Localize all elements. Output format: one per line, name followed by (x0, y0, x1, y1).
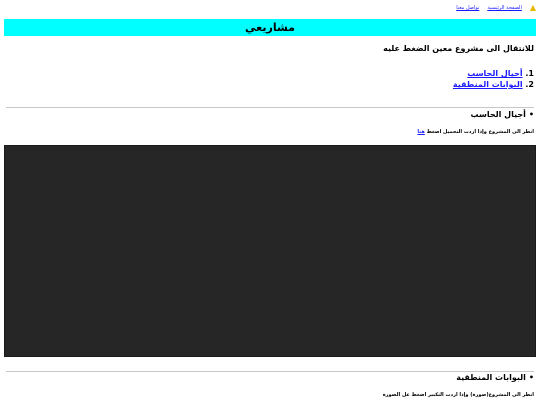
bullet: • (528, 110, 534, 119)
list-item: 2. البوابات المنطقية (334, 79, 534, 90)
section-title-logic-gates: •البوابات المنطقية (456, 373, 534, 382)
project-link-computer-generations[interactable]: أجيال الحاسب (467, 69, 522, 78)
section-description: انظر الى المشروع وإذا اردت التحميل اضغط … (417, 129, 534, 135)
list-number: 1. (525, 69, 534, 78)
page-title: مشاريعي (4, 19, 536, 36)
project-list: 1. أجيال الحاسب 2. البوابات المنطقية (334, 68, 534, 90)
list-item: 1. أجيال الحاسب (334, 68, 534, 79)
project-preview[interactable] (4, 145, 536, 357)
home-link[interactable]: الصفحة الرئيسية (487, 2, 522, 14)
top-navigation: ▲ الصفحة الرئيسية تواصل معنا (4, 2, 536, 14)
divider (6, 371, 534, 372)
section-title-text: أجيال الحاسب (470, 110, 526, 119)
description-text: انظر الى المشروع وإذا اردت التحميل اضغط (426, 129, 534, 135)
intro-text: للانتقال الى مشروع معين الضغط عليه (383, 44, 534, 53)
section-title-computer-generations: •أجيال الحاسب (471, 110, 534, 119)
section-description: انظر الى المشروع(صورة) وإذا اردت التكبير… (382, 392, 534, 398)
home-icon: ▲ (529, 3, 536, 12)
divider (6, 107, 534, 108)
project-link-logic-gates[interactable]: البوابات المنطقية (453, 80, 523, 89)
list-number: 2. (525, 80, 534, 89)
download-link[interactable]: هنا (417, 129, 424, 135)
section-title-text: البوابات المنطقية (456, 373, 526, 382)
contact-link[interactable]: تواصل معنا (456, 2, 479, 14)
bullet: • (528, 373, 534, 382)
